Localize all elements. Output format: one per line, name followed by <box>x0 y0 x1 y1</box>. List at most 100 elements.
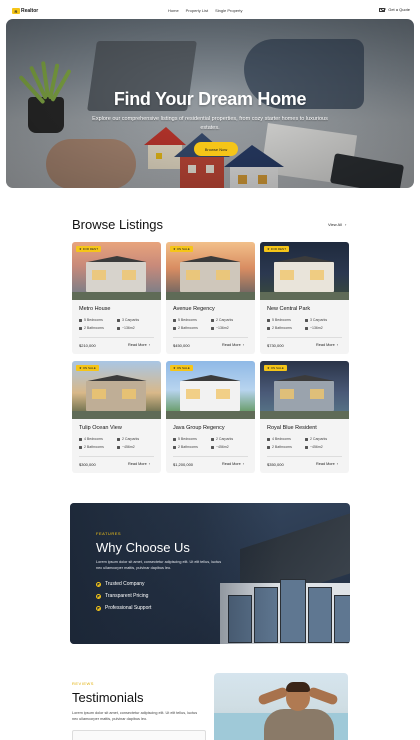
car-icon <box>305 437 308 441</box>
bathrooms-feature: 2 Bathrooms <box>79 445 104 449</box>
read-more-label: Read More <box>316 462 335 466</box>
bath-icon <box>79 326 82 330</box>
read-more-link[interactable]: Read More › <box>222 462 244 466</box>
bed-icon <box>267 437 270 441</box>
card-divider <box>79 337 154 338</box>
parking-feature: 2 Carparks <box>211 318 233 322</box>
read-more-label: Read More <box>222 343 241 347</box>
feature-label: Trusted Company <box>105 581 145 587</box>
bathrooms-label: 2 Bathrooms <box>84 445 104 449</box>
card-divider <box>173 337 248 338</box>
area-icon <box>117 326 120 330</box>
nav-link-home[interactable]: Home <box>168 8 179 13</box>
check-circle-icon <box>96 605 101 611</box>
car-icon <box>305 318 308 322</box>
bath-icon <box>173 326 176 330</box>
feature-label: Professional Support <box>105 605 152 611</box>
area-icon <box>211 326 214 330</box>
listing-card[interactable]: ★ FOR RENT Metro House 5 Bedrooms 3 Carp… <box>72 242 161 354</box>
read-more-link[interactable]: Read More › <box>316 343 338 347</box>
bath-icon <box>267 326 270 330</box>
area-label: ~136m2 <box>122 326 135 330</box>
bed-icon <box>173 318 176 322</box>
area-label: ~136m2 <box>310 326 323 330</box>
car-icon <box>117 437 120 441</box>
bed-icon <box>79 318 82 322</box>
listing-card[interactable]: ★ ON SALE Java Group Regency 5 Bedrooms … <box>166 361 255 473</box>
listing-badge: ★ FOR RENT <box>264 246 290 252</box>
bed-icon <box>79 437 82 441</box>
read-more-link[interactable]: Read More › <box>222 343 244 347</box>
listing-price: $210,000 <box>79 343 96 348</box>
bedrooms-label: 4 Bedrooms <box>272 437 291 441</box>
listing-name: Tulip Ocean View <box>79 425 122 431</box>
testimonials-title: Testimonials <box>72 690 144 705</box>
read-more-link[interactable]: Read More › <box>128 462 150 466</box>
area-feature: ~136m2 <box>117 326 135 330</box>
testimonial-card <box>72 730 206 740</box>
area-label: ~456m2 <box>216 445 229 449</box>
parking-label: 2 Carparks <box>122 437 140 441</box>
read-more-link[interactable]: Read More › <box>128 343 150 347</box>
star-icon: ★ <box>267 366 270 370</box>
badge-label: FOR RENT <box>270 247 287 251</box>
why-text: Lorem ipsum dolor sit amet, consectetur … <box>96 560 222 570</box>
bedrooms-feature: 5 Bedrooms <box>173 437 197 441</box>
view-all-label: View All <box>328 222 342 227</box>
why-overlay <box>70 503 350 644</box>
feature-item: Professional Support <box>96 605 151 611</box>
star-icon: ★ <box>79 247 82 251</box>
view-all-link[interactable]: View All › <box>328 222 346 227</box>
bathrooms-feature: 2 Bathrooms <box>173 326 198 330</box>
check-circle-icon <box>96 593 101 599</box>
listing-card[interactable]: ★ ON SALE Royal Blue Resident 4 Bedrooms… <box>260 361 349 473</box>
car-icon <box>211 318 214 322</box>
bedrooms-label: 5 Bedrooms <box>178 437 197 441</box>
quote-label: Get a Quote <box>388 7 410 12</box>
parking-feature: 3 Carparks <box>117 318 139 322</box>
bath-icon <box>267 445 270 449</box>
nav-link-property-list[interactable]: Property List <box>186 8 208 13</box>
nav-link-single-property[interactable]: Single Property <box>215 8 242 13</box>
bedrooms-label: 5 Bedrooms <box>178 318 197 322</box>
read-more-link[interactable]: Read More › <box>316 462 338 466</box>
badge-label: ON SALE <box>176 366 190 370</box>
parking-feature: 3 Carparks <box>305 318 327 322</box>
area-icon <box>211 445 214 449</box>
bed-icon <box>267 318 270 322</box>
area-feature: ~136m2 <box>305 326 323 330</box>
card-divider <box>79 456 154 457</box>
listings-title: Browse Listings <box>72 217 164 232</box>
card-divider <box>173 456 248 457</box>
bed-icon <box>173 437 176 441</box>
logo-text: Realtor <box>21 8 39 14</box>
listing-card[interactable]: ★ FOR RENT New Central Park 5 Bedrooms 3… <box>260 242 349 354</box>
why-eyebrow: FEATURES <box>96 531 122 536</box>
bathrooms-feature: 2 Bathrooms <box>173 445 198 449</box>
star-icon: ★ <box>173 247 176 251</box>
area-feature: ~456m2 <box>211 445 229 449</box>
arrow-right-icon: › <box>336 462 339 466</box>
area-label: ~456m2 <box>310 445 323 449</box>
badge-label: ON SALE <box>270 366 284 370</box>
nav-links: Home Property List Single Property <box>168 8 242 13</box>
person-arm-image <box>257 686 289 706</box>
card-divider <box>267 337 342 338</box>
quote-link[interactable]: Get a Quote <box>379 7 410 12</box>
feature-label: Transparent Pricing <box>105 593 149 599</box>
bedrooms-label: 5 Bedrooms <box>272 318 291 322</box>
bathrooms-label: 2 Bathrooms <box>178 326 198 330</box>
bathrooms-feature: 2 Bathrooms <box>79 326 104 330</box>
star-icon: ★ <box>173 366 176 370</box>
read-more-label: Read More <box>128 462 147 466</box>
bathrooms-label: 2 Bathrooms <box>272 445 292 449</box>
browse-now-button[interactable]: Browse Now <box>194 142 238 156</box>
parking-feature: 2 Carparks <box>117 437 139 441</box>
listing-card[interactable]: ★ ON SALE Tulip Ocean View 4 Bedrooms 2 … <box>72 361 161 473</box>
parking-label: 2 Carparks <box>310 437 328 441</box>
listing-card[interactable]: ★ ON SALE Avenue Regency 5 Bedrooms 2 Ca… <box>166 242 255 354</box>
bedrooms-feature: 5 Bedrooms <box>173 318 197 322</box>
car-icon <box>211 437 214 441</box>
area-icon <box>117 445 120 449</box>
logo[interactable]: R Realtor <box>12 8 38 14</box>
